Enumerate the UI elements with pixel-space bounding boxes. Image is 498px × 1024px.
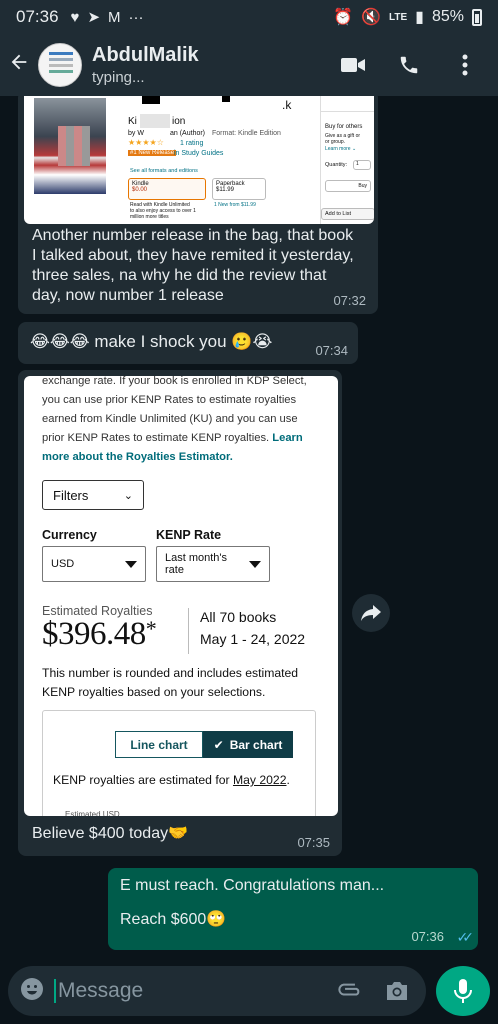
back-arrow-icon[interactable] [8, 51, 36, 80]
video-call-icon[interactable] [340, 52, 366, 78]
buy-box: Buy for others Give as a gift or or grou… [320, 96, 374, 224]
kdp-royalties-screenshot[interactable]: exchange rate. If your book is enrolled … [24, 376, 338, 816]
gmail-icon: M [108, 8, 121, 26]
estimated-usd-axis-label: Estimated USD [65, 810, 120, 816]
dropdown-triangle-icon [249, 560, 261, 568]
books-count: All 70 books [200, 609, 277, 625]
kenp-rate-label: KENP Rate [156, 528, 222, 542]
best-seller-badge: #1 New Release [128, 150, 177, 156]
royalties-note: This number is rounded and includes esti… [42, 666, 299, 699]
contact-info[interactable]: AbdulMalik typing... [92, 44, 199, 86]
battery-icon [472, 8, 482, 26]
currency-select: USD [42, 546, 146, 582]
quantity-label: Quantity: [325, 162, 348, 168]
byline-author: an (Author) [170, 130, 206, 137]
buy-for-others: Buy for others [325, 124, 363, 130]
read-ticks-icon: ✓✓ [456, 929, 475, 945]
byline-format: Format: Kindle Edition [212, 130, 281, 137]
battery-percent: 85% [431, 8, 464, 25]
forward-icon[interactable] [352, 594, 390, 632]
title-suffix: .k [282, 98, 292, 112]
filters-button: Filters ⌄ [42, 480, 144, 510]
line-chart-toggle: Line chart [115, 731, 203, 758]
clock: 07:36 [16, 7, 59, 26]
heart-icon: ♥ [70, 8, 80, 26]
message-input[interactable]: Message [8, 966, 426, 1016]
currency-label: Currency [42, 528, 97, 542]
message-text: 😂😂😂 make I shock you 🥲😭 [30, 332, 273, 351]
camera-icon[interactable] [384, 979, 410, 1008]
text-caret [54, 979, 56, 1003]
composer-bar: Message [0, 958, 498, 1024]
message-bubble[interactable]: exchange rate. If your book is enrolled … [18, 370, 342, 856]
phone-icon[interactable] [396, 52, 422, 78]
message-time: 07:35 [297, 835, 330, 850]
signal-icon: ▮ [415, 9, 424, 26]
rating-count: 1 rating [180, 140, 204, 147]
redacted-region [142, 96, 160, 104]
chat-header: AbdulMalik typing... [0, 34, 498, 96]
see-all-formats: See all formats and editions [130, 168, 198, 174]
format-kindle: Kindle $0.00 [128, 178, 206, 200]
message-time: 07:36 [411, 929, 444, 944]
pixelated-region [58, 126, 90, 166]
divider [188, 608, 189, 654]
redacted-region [222, 96, 230, 102]
message-text: Another number release in the bag, that … [32, 227, 354, 304]
contact-status: typing... [92, 69, 145, 86]
format-paperback: Paperback $11.99 [212, 178, 266, 200]
message-placeholder: Message [58, 979, 144, 1002]
check-icon: ✔ [213, 737, 224, 752]
redacted-title [140, 114, 170, 128]
quantity-select: 1 [353, 160, 371, 170]
amazon-screenshot-image[interactable]: .k Ki ion by W an (Author) Format: Kindl… [24, 96, 374, 224]
dropdown-triangle-icon [125, 560, 137, 568]
message-text: E must reach. Congratulations man... Rea… [120, 877, 385, 928]
attach-icon[interactable] [338, 979, 362, 1008]
more-notifications-icon: ··· [128, 8, 144, 26]
title-fragment: Ki [128, 116, 137, 127]
notification-icons: ♥ ➤ M ··· [70, 8, 144, 27]
message-bubble-outgoing[interactable]: E must reach. Congratulations man... Rea… [108, 868, 478, 950]
chevron-down-icon: ⌄ [123, 489, 133, 502]
mic-icon[interactable] [436, 966, 490, 1016]
message-time: 07:34 [315, 343, 348, 358]
kenp-estimate-text: KENP royalties are estimated for May 202… [53, 773, 290, 787]
buy-button: Buy [325, 180, 371, 192]
mute-icon: 🔇 [361, 9, 381, 26]
date-range: May 1 - 24, 2022 [200, 631, 306, 647]
group-text: or group. [325, 139, 346, 145]
bar-chart-toggle: ✔ Bar chart [203, 731, 293, 758]
star-rating: ★★★★☆ [128, 138, 164, 147]
alarm-icon: ⏰ [333, 9, 354, 26]
message-text: Believe $400 today🤝 [32, 825, 189, 842]
avatar[interactable] [38, 43, 82, 87]
byline-by: by W [128, 130, 144, 137]
kdp-paragraph: exchange rate. If your book is enrolled … [42, 376, 307, 463]
system-icons: ⏰ 🔇 LTE ▮ 85% [333, 7, 482, 27]
chart-panel: Line chart ✔ Bar chart KENP royalties ar… [42, 710, 316, 816]
new-from: 1 New from $11.99 [214, 202, 256, 208]
chat-area[interactable]: .k Ki ion by W an (Author) Format: Kindl… [0, 96, 498, 958]
message-bubble[interactable]: .k Ki ion by W an (Author) Format: Kindl… [18, 96, 378, 314]
badge-category: in Study Guides [174, 150, 224, 157]
status-bar: 07:36 ♥ ➤ M ··· ⏰ 🔇 LTE ▮ 85% [0, 0, 498, 34]
network-type: LTE [389, 11, 408, 23]
title-fragment-2: ion [172, 116, 186, 127]
kenp-rate-select: Last month's rate [156, 546, 270, 582]
ku-line-3: million more titles [130, 214, 169, 220]
more-vert-icon[interactable] [452, 52, 478, 78]
learn-more-link: Learn more ⌄ [325, 146, 357, 152]
royalties-amount: $396.48* [42, 616, 157, 652]
contact-name: AbdulMalik [92, 44, 199, 66]
message-bubble[interactable]: 😂😂😂 make I shock you 🥲😭 07:34 [18, 322, 358, 364]
emoji-icon[interactable] [20, 977, 44, 1006]
message-time: 07:32 [333, 293, 366, 308]
add-to-list-button: Add to List [321, 208, 374, 220]
telegram-icon: ➤ [87, 9, 101, 26]
